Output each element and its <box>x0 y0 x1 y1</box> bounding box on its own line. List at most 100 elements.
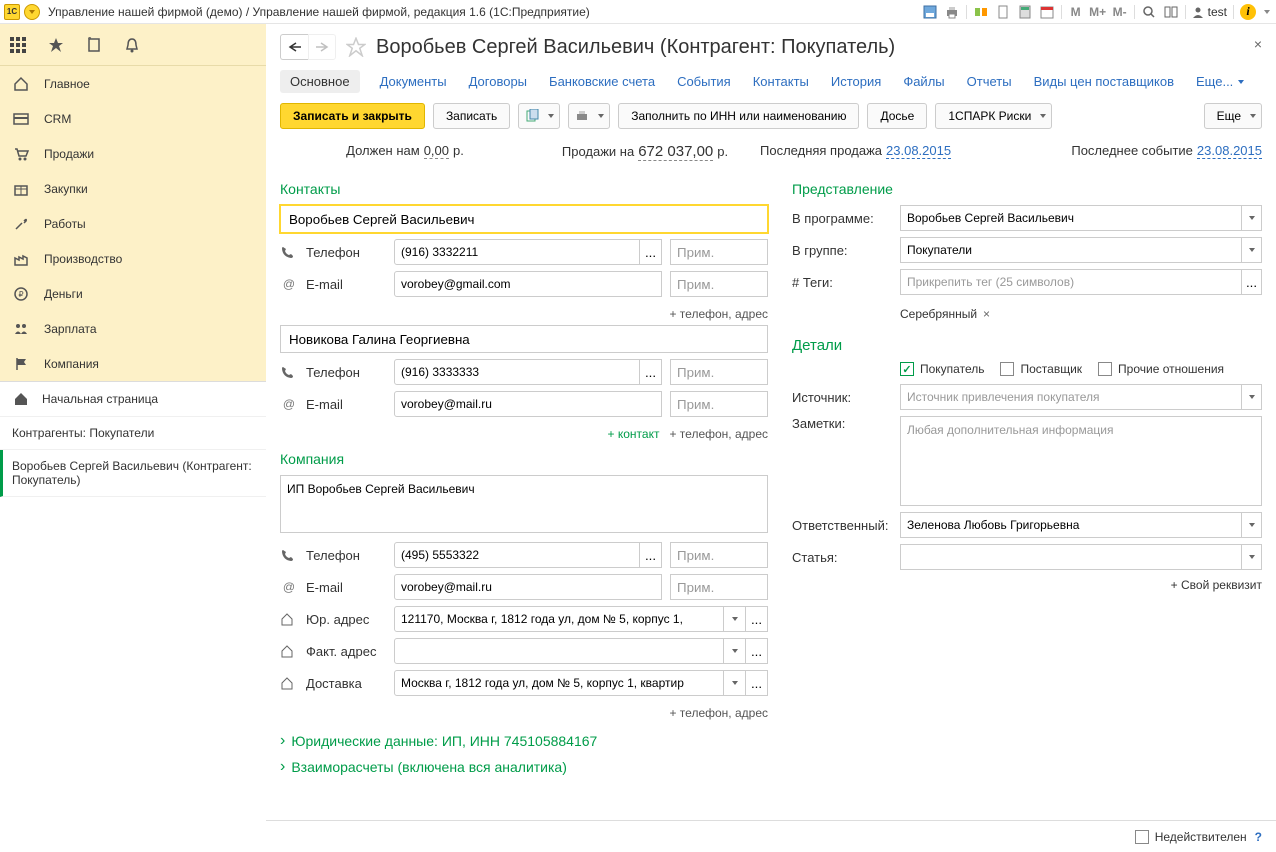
company-email-note[interactable] <box>670 574 768 600</box>
sidebar-item-purchases[interactable]: Закупки <box>0 171 266 206</box>
sidebar-item-crm[interactable]: CRM <box>0 101 266 136</box>
sidebar-item-main[interactable]: Главное <box>0 66 266 101</box>
user-menu[interactable]: test <box>1192 5 1227 19</box>
contact1-name-input[interactable] <box>280 205 768 233</box>
add-phone-address-2[interactable]: + телефон, адрес <box>669 427 768 441</box>
back-button[interactable] <box>280 34 308 60</box>
calculator-icon[interactable] <box>1017 4 1033 20</box>
zoom-icon[interactable] <box>1141 4 1157 20</box>
contact1-phone-note[interactable] <box>670 239 768 265</box>
panels-icon[interactable] <box>1163 4 1179 20</box>
tab-files[interactable]: Файлы <box>901 70 946 93</box>
more-button[interactable]: Еще <box>1204 103 1262 129</box>
tab-contracts[interactable]: Договоры <box>467 70 529 93</box>
sidebar-item-salary[interactable]: Зарплата <box>0 311 266 346</box>
last-sale-date[interactable]: 23.08.2015 <box>886 143 951 159</box>
sidebar-item-works[interactable]: Работы <box>0 206 266 241</box>
contact1-phone-input[interactable] <box>394 239 640 265</box>
tab-prices[interactable]: Виды цен поставщиков <box>1032 70 1176 93</box>
sidebar-item-company[interactable]: Компания <box>0 346 266 381</box>
contact2-name-input[interactable] <box>280 325 768 353</box>
buyer-checkbox[interactable]: Покупатель <box>900 362 984 376</box>
addr-dd-button[interactable] <box>724 638 746 664</box>
calendar-icon[interactable] <box>1039 4 1055 20</box>
phone-more-button[interactable]: ... <box>640 542 662 568</box>
legal-data-toggle[interactable]: Юридические данные: ИП, ИНН 745105884167 <box>280 732 768 750</box>
forward-button[interactable] <box>308 34 336 60</box>
tab-more[interactable]: Еще... <box>1194 70 1247 93</box>
bell-icon[interactable] <box>122 35 142 55</box>
history-icon[interactable] <box>84 35 104 55</box>
contact2-phone-note[interactable] <box>670 359 768 385</box>
fill-inn-button[interactable]: Заполнить по ИНН или наименованию <box>618 103 859 129</box>
addr-dd-button[interactable] <box>724 606 746 632</box>
home-page-link[interactable]: Начальная страница <box>0 382 266 417</box>
save-button[interactable]: Записать <box>433 103 510 129</box>
inactive-checkbox[interactable]: Недействителен <box>1135 830 1247 844</box>
sidebar-item-money[interactable]: ₽Деньги <box>0 276 266 311</box>
phone-more-button[interactable]: ... <box>640 239 662 265</box>
addr-more-button[interactable]: ... <box>746 670 768 696</box>
company-phone-note[interactable] <box>670 542 768 568</box>
add-contact-link[interactable]: + контакт <box>608 427 660 441</box>
tag-remove-icon[interactable]: × <box>983 307 990 321</box>
company-email-input[interactable] <box>394 574 662 600</box>
contact2-email-note[interactable] <box>670 391 768 417</box>
breadcrumb-counterparties[interactable]: Контрагенты: Покупатели <box>0 417 266 450</box>
tags-more[interactable]: ... <box>1242 269 1262 295</box>
tab-contacts[interactable]: Контакты <box>751 70 811 93</box>
titlebar-dropdown-icon[interactable] <box>1262 4 1272 20</box>
print-button[interactable] <box>568 103 610 129</box>
last-event-date[interactable]: 23.08.2015 <box>1197 143 1262 159</box>
add-requisite-link[interactable]: + Свой реквизит <box>792 578 1262 592</box>
save-icon[interactable] <box>922 4 938 20</box>
help-icon[interactable]: ? <box>1255 830 1262 844</box>
article-input[interactable] <box>900 544 1242 570</box>
delivery-input[interactable] <box>394 670 724 696</box>
tags-input[interactable] <box>900 269 1242 295</box>
info-icon[interactable]: i <box>1240 4 1256 20</box>
in-program-input[interactable] <box>900 205 1242 231</box>
star-icon[interactable] <box>46 35 66 55</box>
responsible-dd[interactable] <box>1242 512 1262 538</box>
contact1-email-note[interactable] <box>670 271 768 297</box>
responsible-input[interactable] <box>900 512 1242 538</box>
source-input[interactable] <box>900 384 1242 410</box>
add-phone-address-1[interactable]: + телефон, адрес <box>669 307 768 321</box>
m-button[interactable]: M <box>1068 4 1084 20</box>
addr-dd-button[interactable] <box>724 670 746 696</box>
tab-events[interactable]: События <box>675 70 733 93</box>
contact2-phone-input[interactable] <box>394 359 640 385</box>
print-icon[interactable] <box>944 4 960 20</box>
breadcrumb-current[interactable]: Воробьев Сергей Васильевич (Контрагент: … <box>0 450 266 497</box>
add-phone-address-3[interactable]: + телефон, адрес <box>669 706 768 720</box>
tab-bank[interactable]: Банковские счета <box>547 70 657 93</box>
tab-main[interactable]: Основное <box>280 70 360 93</box>
supplier-checkbox[interactable]: Поставщик <box>1000 362 1082 376</box>
compare-icon[interactable] <box>973 4 989 20</box>
contact2-email-input[interactable] <box>394 391 662 417</box>
sidebar-item-production[interactable]: Производство <box>0 241 266 276</box>
app-menu-dropdown[interactable] <box>24 4 40 20</box>
document-icon[interactable] <box>995 4 1011 20</box>
tab-reports[interactable]: Отчеты <box>965 70 1014 93</box>
tab-documents[interactable]: Документы <box>378 70 449 93</box>
m-minus-button[interactable]: M- <box>1112 4 1128 20</box>
legal-addr-input[interactable] <box>394 606 724 632</box>
sidebar-item-sales[interactable]: Продажи <box>0 136 266 171</box>
owes-value[interactable]: 0,00 <box>424 143 449 159</box>
notes-textarea[interactable] <box>900 416 1262 506</box>
in-group-dd[interactable] <box>1242 237 1262 263</box>
tab-history[interactable]: История <box>829 70 883 93</box>
favorite-star-icon[interactable] <box>344 35 368 59</box>
copy-button[interactable] <box>518 103 560 129</box>
apps-grid-icon[interactable] <box>8 35 28 55</box>
addr-more-button[interactable]: ... <box>746 638 768 664</box>
settlements-toggle[interactable]: Взаиморасчеты (включена вся аналитика) <box>280 758 768 776</box>
m-plus-button[interactable]: M+ <box>1090 4 1106 20</box>
article-dd[interactable] <box>1242 544 1262 570</box>
fact-addr-input[interactable] <box>394 638 724 664</box>
close-icon[interactable]: × <box>1254 36 1262 52</box>
company-phone-input[interactable] <box>394 542 640 568</box>
source-dd[interactable] <box>1242 384 1262 410</box>
